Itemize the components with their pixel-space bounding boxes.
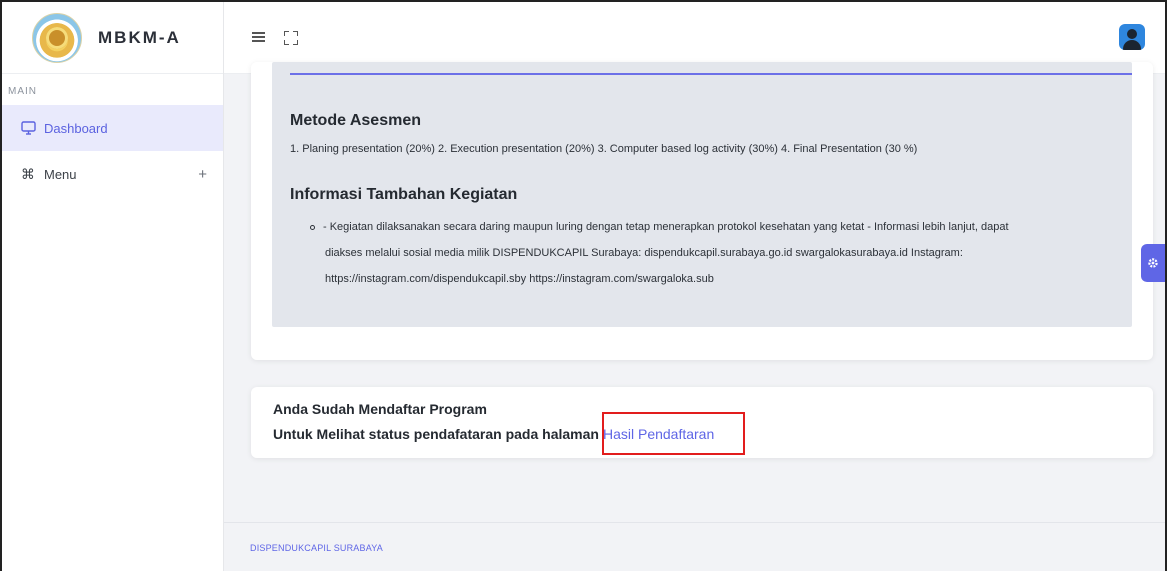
monitor-icon [20, 120, 36, 136]
avatar[interactable] [1119, 24, 1145, 50]
hamburger-menu-icon[interactable] [252, 32, 268, 43]
registration-instruction: Untuk Melihat status pendafataran pada h… [273, 426, 714, 442]
list-item: - Kegiatan dilaksanakan secara daring ma… [310, 214, 1122, 240]
brand-name: MBKM-A [98, 27, 181, 47]
settings-toggle[interactable] [1141, 244, 1165, 282]
sidebar: MBKM-A MAIN Dashboard ⌘ Menu + [2, 2, 224, 571]
sidebar-item-label: Menu [44, 166, 77, 182]
sidebar-item-menu[interactable]: ⌘ Menu + [2, 151, 223, 197]
footer-text: DISPENDUKCAPIL SURABAYA [250, 543, 383, 553]
bullet-icon [310, 224, 315, 230]
metode-asesmen-title: Metode Asesmen [290, 112, 421, 129]
instruction-text: Untuk Melihat status pendafataran pada h… [273, 426, 599, 442]
sidebar-item-label: Dashboard [44, 120, 108, 136]
expand-icon[interactable]: + [198, 166, 207, 183]
sidebar-item-dashboard[interactable]: Dashboard [2, 105, 223, 151]
hasil-pendaftaran-link[interactable]: Hasil Pendaftaran [603, 426, 714, 442]
list-item-text: - Kegiatan dilaksanakan secara daring ma… [323, 221, 1009, 233]
brand[interactable]: MBKM-A [2, 2, 223, 74]
command-icon: ⌘ [21, 165, 35, 182]
informasi-tambahan-title: Informasi Tambahan Kegiatan [290, 186, 518, 203]
list-item-continuation: https://instagram.com/dispendukcapil.sby… [325, 273, 714, 285]
footer: DISPENDUKCAPIL SURABAYA [224, 522, 1165, 571]
fullscreen-icon[interactable] [284, 30, 298, 45]
list-item-continuation: diakses melalui sosial media milik DISPE… [325, 247, 963, 259]
info-panel: Metode Asesmen 1. Planing presentation (… [272, 62, 1132, 327]
logo-icon [32, 12, 82, 63]
registration-status-card: Anda Sudah Mendaftar Program Untuk Melih… [251, 387, 1153, 458]
sidebar-section-label: MAIN [8, 86, 37, 97]
metode-asesmen-text: 1. Planing presentation (20%) 2. Executi… [290, 143, 918, 155]
gear-icon [1148, 258, 1158, 268]
registration-message: Anda Sudah Mendaftar Program [273, 401, 487, 417]
informasi-list: - Kegiatan dilaksanakan secara daring ma… [310, 214, 1122, 292]
accent-divider [290, 73, 1132, 75]
program-detail-card: Metode Asesmen 1. Planing presentation (… [251, 62, 1153, 360]
